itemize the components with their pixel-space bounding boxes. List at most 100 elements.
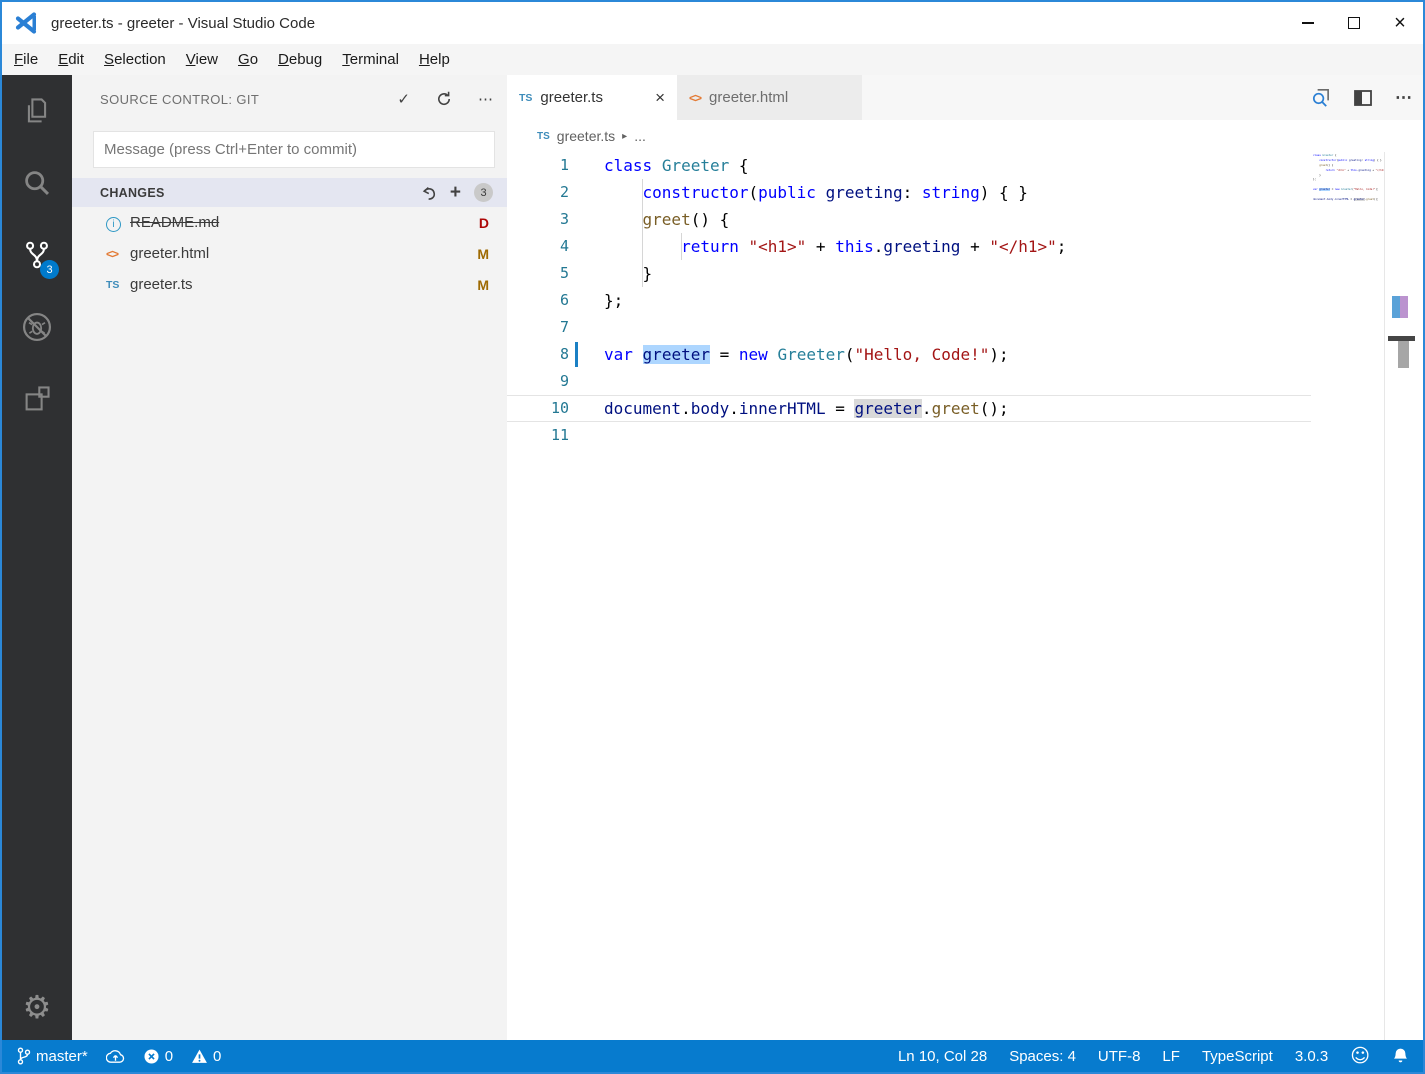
more-actions-button[interactable]: ⋯: [478, 90, 493, 108]
changes-count-badge: 3: [474, 183, 493, 202]
statusbar-right-items: Ln 10, Col 28 Spaces: 4 UTF-8 LF TypeScript 3…: [898, 1048, 1328, 1065]
code-line-5[interactable]: 5 }: [507, 260, 1311, 287]
code-lines: 1 class Greeter {2 constructor(public gre…: [507, 152, 1311, 449]
minimap[interactable]: class Greeter { constructor(public greet…: [1311, 154, 1384, 208]
activitybar-explorer[interactable]: [2, 75, 72, 147]
code-line-3[interactable]: 3 greet() {: [507, 206, 1311, 233]
activitybar-source-control[interactable]: 3: [2, 219, 72, 291]
activitybar-debug[interactable]: [2, 291, 72, 363]
code-editor[interactable]: 1 class Greeter {2 constructor(public gre…: [507, 152, 1423, 1040]
extensions-icon: [25, 386, 50, 411]
tab-close-icon[interactable]: ×: [655, 88, 665, 108]
discard-all-button[interactable]: [421, 185, 437, 201]
menu-go[interactable]: Go: [228, 47, 268, 72]
vscode-window: greeter.ts - greeter - Visual Studio Cod…: [0, 0, 1425, 1074]
status-3-0-3[interactable]: 3.0.3: [1295, 1048, 1328, 1065]
code-line-1[interactable]: 1 class Greeter {: [507, 152, 1311, 179]
activity-bar: 3 ⚙: [2, 75, 72, 1040]
git-branch-status[interactable]: master*: [16, 1047, 88, 1065]
status-lf[interactable]: LF: [1162, 1048, 1180, 1065]
change-row-greeter.html[interactable]: <> greeter.html M: [72, 238, 507, 269]
scrollbar-thumb[interactable]: [1398, 341, 1409, 368]
line-number: 10: [550, 399, 569, 417]
status-utf-8[interactable]: UTF-8: [1098, 1048, 1141, 1065]
tabs: TS greeter.ts × <> greeter.html: [507, 75, 862, 120]
menu-debug[interactable]: Debug: [268, 47, 332, 72]
menu-help[interactable]: Help: [409, 47, 460, 72]
open-changes-icon: [1312, 89, 1329, 107]
errors-status[interactable]: 0: [143, 1048, 173, 1065]
maximize-icon: [1348, 17, 1360, 29]
line-number: 3: [559, 210, 569, 228]
minimize-button[interactable]: [1285, 2, 1331, 44]
tab-label: greeter.html: [709, 89, 789, 106]
tab-label: greeter.ts: [540, 89, 603, 106]
debug-icon: [22, 312, 52, 342]
warnings-status[interactable]: 0: [191, 1048, 221, 1065]
close-button[interactable]: ×: [1377, 2, 1423, 44]
code-line-7[interactable]: 7: [507, 314, 1311, 341]
menu-edit[interactable]: Edit: [48, 47, 94, 72]
refresh-button[interactable]: [436, 91, 452, 107]
ts-file-icon: TS: [106, 278, 120, 291]
notifications-bell-button[interactable]: [1392, 1047, 1409, 1065]
commit-check-button[interactable]: ✓: [397, 90, 410, 108]
menu-terminal[interactable]: Terminal: [332, 47, 409, 72]
code-line-9[interactable]: 9: [507, 368, 1311, 395]
overview-ruler-scrollbar[interactable]: [1384, 152, 1423, 1040]
breadcrumb-symbol[interactable]: ...: [634, 128, 646, 144]
code-line-10[interactable]: 10 document.body.innerHTML = greeter.gree…: [507, 395, 1311, 422]
change-file-name: README.md: [130, 214, 220, 231]
refresh-icon: [438, 91, 451, 106]
menu-selection[interactable]: Selection: [94, 47, 176, 72]
tab-greeter.html[interactable]: <> greeter.html: [677, 75, 862, 120]
code-line-4[interactable]: 4 return "<h1>" + this.greeting + "</h1>…: [507, 233, 1311, 260]
commit-message-input[interactable]: [93, 131, 495, 168]
code-line-8[interactable]: 8 var greeter = new Greeter("Hello, Code!…: [507, 341, 1311, 368]
code-line-11[interactable]: 11: [507, 422, 1311, 449]
stage-all-button[interactable]: +: [450, 183, 461, 202]
changes-header[interactable]: CHANGES + 3: [72, 178, 507, 207]
change-row-greeter.ts[interactable]: TS greeter.ts M: [72, 269, 507, 300]
html-file-icon: <>: [106, 246, 119, 261]
breadcrumb: TS greeter.ts ▸ ...: [507, 120, 1423, 152]
open-changes-button[interactable]: [1310, 87, 1331, 108]
breadcrumb-ts-icon: TS: [537, 130, 550, 142]
window-title: greeter.ts - greeter - Visual Studio Cod…: [51, 14, 316, 32]
status-spaces-4[interactable]: Spaces: 4: [1009, 1048, 1076, 1065]
activitybar-extensions[interactable]: [2, 363, 72, 435]
code-line-6[interactable]: 6};: [507, 287, 1311, 314]
bell-icon: [1393, 1048, 1408, 1063]
tab-greeter.ts[interactable]: TS greeter.ts ×: [507, 75, 677, 120]
settings-gear-icon[interactable]: ⚙: [23, 988, 52, 1026]
error-icon: [144, 1048, 159, 1064]
branch-icon: [17, 1047, 31, 1065]
status-bar: master* 0 0 Ln 10, Col 28 Spaces: 4 UTF-…: [2, 1040, 1423, 1072]
activitybar-search[interactable]: [2, 147, 72, 219]
status-typescript[interactable]: TypeScript: [1202, 1048, 1273, 1065]
publish-cloud-icon: [105, 1050, 124, 1063]
status-ln-10-col-28[interactable]: Ln 10, Col 28: [898, 1048, 987, 1065]
change-status-badge: M: [477, 276, 489, 293]
editor-more-button[interactable]: ⋯: [1395, 88, 1413, 108]
scm-title: SOURCE CONTROL: GIT: [100, 91, 260, 107]
publish-button[interactable]: [105, 1048, 125, 1064]
menu-view[interactable]: View: [176, 47, 228, 72]
change-row-README.md[interactable]: i README.md D: [72, 207, 507, 238]
editor-group: TS greeter.ts × <> greeter.html ⋯ TS gre…: [507, 75, 1423, 1040]
menu-file[interactable]: File: [4, 47, 48, 72]
code-line-2[interactable]: 2 constructor(public greeting: string) {…: [507, 179, 1311, 206]
indent-guide: [642, 179, 643, 287]
feedback-smiley-icon[interactable]: ☺: [1350, 1045, 1370, 1067]
tab-bar: TS greeter.ts × <> greeter.html ⋯: [507, 75, 1423, 120]
line-number: 7: [559, 318, 569, 336]
line-number: 5: [559, 264, 569, 282]
minimize-icon: [1302, 22, 1314, 24]
line-number: 1: [559, 156, 569, 174]
breadcrumb-file[interactable]: greeter.ts: [557, 128, 615, 144]
discard-icon: [422, 186, 435, 200]
change-status-badge: M: [477, 245, 489, 262]
menu-bar: File Edit Selection View Go Debug Terminal Help: [2, 44, 1423, 75]
split-editor-button[interactable]: [1353, 88, 1373, 108]
maximize-button[interactable]: [1331, 2, 1377, 44]
